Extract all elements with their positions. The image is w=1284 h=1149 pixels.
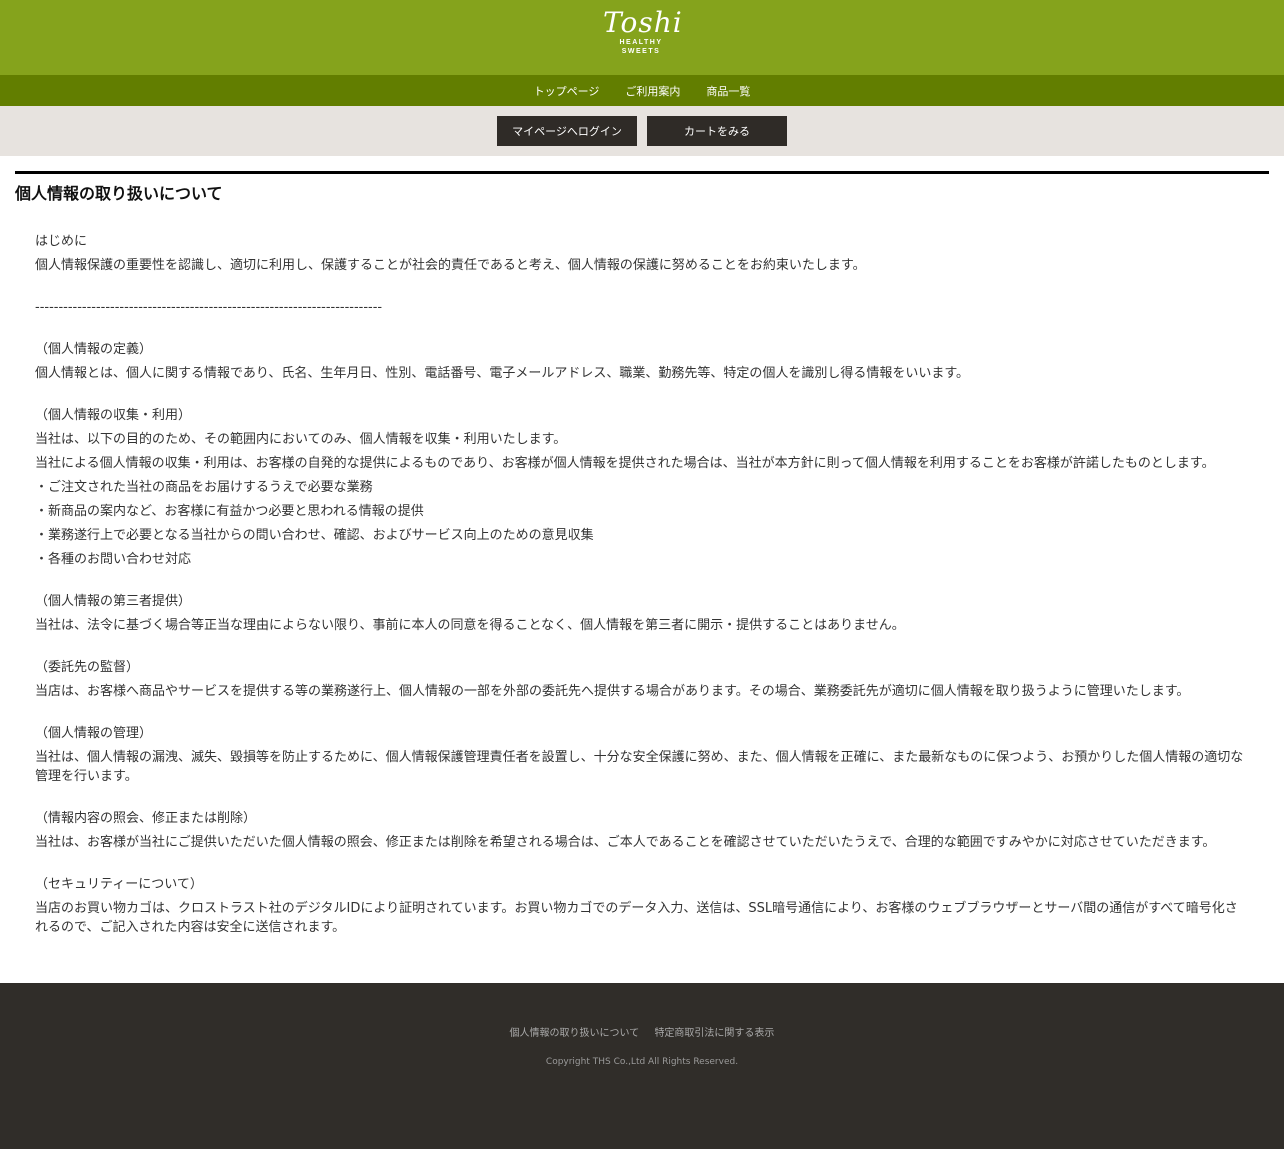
section-line: ・各種のお問い合わせ対応 <box>35 552 192 567</box>
section-heading: （委託先の監督） <box>35 660 140 675</box>
footer-links: 個人情報の取り扱いについて 特定商取引法に関する表示 <box>0 983 1284 1039</box>
footer-link-commerce-law[interactable]: 特定商取引法に関する表示 <box>654 1028 774 1039</box>
page-title: 個人情報の取り扱いについて <box>15 171 1269 204</box>
view-cart-button[interactable]: カートをみる <box>647 116 787 146</box>
section-heading: （個人情報の第三者提供） <box>35 594 192 609</box>
nav-product-list[interactable]: 商品一覧 <box>706 83 750 99</box>
section-line: 当店は、お客様へ商品やサービスを提供する等の業務遂行上、個人情報の一部を外部の委… <box>35 684 1190 699</box>
nav-top-page[interactable]: トップページ <box>534 83 600 99</box>
section-heading: （セキュリティーについて） <box>35 877 203 892</box>
nav-usage-guide[interactable]: ご利用案内 <box>625 83 680 99</box>
mypage-login-button[interactable]: マイページへログイン <box>497 116 637 146</box>
section-line: 当社は、以下の目的のため、その範囲内においてのみ、個人情報を収集・利用いたします… <box>35 432 567 447</box>
footer-link-privacy[interactable]: 個人情報の取り扱いについて <box>510 1028 640 1039</box>
account-bar: マイページへログイン カートをみる <box>0 106 1284 156</box>
section-line: ・業務遂行上で必要となる当社からの問い合わせ、確認、およびサービス向上のための意… <box>35 528 594 543</box>
logo-line-healthy: HEALTHY <box>619 39 663 46</box>
site-logo[interactable]: Toshi HEALTHY SWEETS <box>603 6 683 66</box>
divider-text: ----------------------------------------… <box>35 300 383 315</box>
section-heading: （個人情報の定義） <box>35 342 153 357</box>
site-footer: 個人情報の取り扱いについて 特定商取引法に関する表示 Copyright THS… <box>0 983 1284 1149</box>
logo-script-text: Toshi <box>603 6 683 39</box>
copyright-text: Copyright THS Co.,Ltd All Rights Reserve… <box>545 1057 739 1067</box>
section-line: 当社は、法令に基づく場合等正当な理由によらない限り、事前に本人の同意を得ることな… <box>35 618 905 633</box>
section-line: 当社は、お客様が当社にご提供いただいた個人情報の照会、修正または削除を希望される… <box>35 835 1216 850</box>
intro-heading: はじめに <box>35 234 88 249</box>
section-line: ・ご注文された当社の商品をお届けするうえで必要な業務 <box>35 480 373 495</box>
section-heading: （個人情報の収集・利用） <box>35 408 192 423</box>
section-line: ・新商品の案内など、お客様に有益かつ必要と思われる情報の提供 <box>35 504 424 519</box>
section-line: 当店のお買い物カゴは、クロストラスト社のデジタルIDにより証明されています。お買… <box>35 901 1238 935</box>
logo-line-sweets: SWEETS <box>621 48 661 55</box>
section-line: 個人情報とは、個人に関する情報であり、氏名、生年月日、性別、電話番号、電子メール… <box>35 366 970 381</box>
section-line: 当社は、個人情報の漏洩、滅失、毀損等を防止するために、個人情報保護管理責任者を設… <box>35 750 1244 784</box>
section-heading: （情報内容の照会、修正または削除） <box>35 811 257 826</box>
site-header: Toshi HEALTHY SWEETS <box>0 0 1284 75</box>
intro-text: 個人情報保護の重要性を認識し、適切に利用し、保護することが社会的責任であると考え… <box>35 258 866 273</box>
global-nav: トップページ ご利用案内 商品一覧 <box>0 75 1284 106</box>
main-content: 個人情報の取り扱いについて はじめに 個人情報保護の重要性を認識し、適切に利用し… <box>0 156 1284 974</box>
section-heading: （個人情報の管理） <box>35 726 153 741</box>
privacy-policy-body: はじめに 個人情報保護の重要性を認識し、適切に利用し、保護することが社会的責任で… <box>15 204 1269 974</box>
section-line: 当社による個人情報の収集・利用は、お客様の自発的な提供によるものであり、お客様が… <box>35 456 1215 471</box>
